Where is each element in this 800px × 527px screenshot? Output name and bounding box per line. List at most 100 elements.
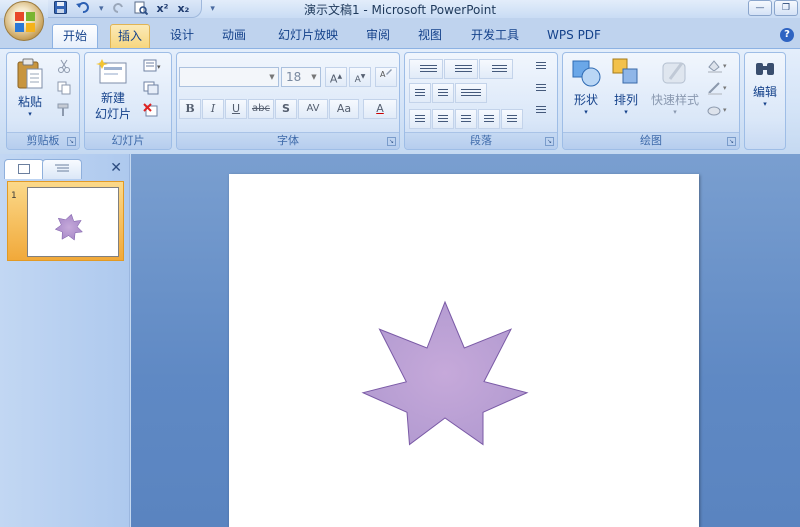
grow-font-button[interactable]: A▲ xyxy=(325,67,347,87)
title-bar: ▾ x² x₂ ▾ 演示文稿1 - Microsoft PowerPoint —… xyxy=(0,0,800,18)
tab-developer[interactable]: 开发工具 xyxy=(462,24,528,48)
line-spacing-icon[interactable] xyxy=(479,59,513,79)
group-slides-label: 幻灯片 xyxy=(85,132,171,149)
text-shadow-button[interactable]: S xyxy=(275,99,297,119)
svg-text:▾: ▾ xyxy=(723,62,727,70)
pane-tabs: ✕ xyxy=(4,157,126,179)
group-drawing-label: 绘图 xyxy=(563,132,739,149)
shapes-label: 形状 xyxy=(573,93,598,107)
numbering-icon[interactable] xyxy=(444,59,478,79)
shapes-icon xyxy=(572,60,601,87)
strikethrough-button[interactable]: abc xyxy=(248,99,274,119)
paste-button[interactable]: 粘贴 ▾ xyxy=(13,57,47,118)
office-button[interactable] xyxy=(4,1,44,41)
tab-insert[interactable]: 插入 xyxy=(110,24,150,48)
cut-icon[interactable] xyxy=(57,59,71,76)
slides-tab-icon xyxy=(18,164,30,174)
reset-icon[interactable] xyxy=(143,81,159,98)
arrange-label: 排列 xyxy=(613,93,638,107)
group-slides: 新建 幻灯片 ▾ 幻灯片 xyxy=(84,52,172,150)
paragraph-row-3 xyxy=(409,109,524,129)
slide-thumbnail[interactable] xyxy=(27,187,119,257)
font-name-dropdown-icon[interactable]: ▼ xyxy=(266,68,278,86)
tab-home[interactable]: 开始 xyxy=(52,24,98,48)
help-icon[interactable]: ? xyxy=(780,28,794,42)
tab-design[interactable]: 设计 xyxy=(162,24,202,48)
quick-styles-dropdown-icon: ▾ xyxy=(673,108,677,116)
group-font-label: 字体 xyxy=(177,132,399,149)
font-size-combobox[interactable]: 18 ▼ xyxy=(281,67,321,87)
shapes-button[interactable]: 形状 ▾ xyxy=(569,57,603,116)
office-logo-icon xyxy=(15,12,35,32)
restore-icon[interactable]: ❐ xyxy=(774,0,798,16)
shape-effects-icon[interactable]: ▾ xyxy=(707,103,731,120)
distributed-icon[interactable] xyxy=(501,109,523,129)
font-size-value: 18 xyxy=(286,70,302,84)
font-launcher-icon[interactable]: ↘ xyxy=(387,137,396,146)
underline-button[interactable]: U xyxy=(225,99,247,119)
paragraph-launcher-icon[interactable]: ↘ xyxy=(545,137,554,146)
tab-slides-view[interactable] xyxy=(4,159,44,179)
tab-wps-pdf[interactable]: WPS PDF xyxy=(540,24,608,48)
copy-icon[interactable] xyxy=(57,81,71,98)
align-right-icon[interactable] xyxy=(455,109,477,129)
bold-button[interactable]: B xyxy=(179,99,201,119)
decrease-indent-icon[interactable] xyxy=(409,83,431,103)
minimize-icon[interactable]: — xyxy=(748,0,772,16)
group-drawing: 形状 ▾ 排列 ▾ 快速样式 ▾ ▾ ▾ ▾ 绘图 ↘ xyxy=(562,52,740,150)
paragraph-row-2 xyxy=(409,83,488,103)
align-text-icon[interactable] xyxy=(531,79,551,97)
align-left-icon[interactable] xyxy=(409,109,431,129)
shape-fill-icon[interactable]: ▾ xyxy=(707,59,731,76)
arrange-button[interactable]: 排列 ▾ xyxy=(609,57,643,116)
italic-button[interactable]: I xyxy=(202,99,224,119)
tab-animations[interactable]: 动画 xyxy=(214,24,254,48)
arrange-icon xyxy=(612,58,638,84)
align-center-icon[interactable] xyxy=(432,109,454,129)
bullets-icon[interactable] xyxy=(409,59,443,79)
binoculars-icon xyxy=(756,63,774,75)
slide-number: 1 xyxy=(11,191,17,201)
tab-slideshow[interactable]: 幻灯片放映 xyxy=(270,24,346,48)
character-spacing-button[interactable]: AV xyxy=(298,99,328,119)
close-pane-icon[interactable]: ✕ xyxy=(110,161,122,175)
arrange-dropdown-icon: ▾ xyxy=(624,108,628,116)
new-slide-label-line1: 新建 xyxy=(100,91,125,105)
font-name-combobox[interactable]: ▼ xyxy=(179,67,279,87)
layout-icon[interactable]: ▾ xyxy=(143,59,163,76)
delete-slide-icon[interactable] xyxy=(143,103,159,120)
smartart-convert-icon[interactable] xyxy=(531,101,551,119)
slide-canvas[interactable] xyxy=(229,174,699,527)
ribbon-tabs: 开始 插入 设计 动画 幻灯片放映 审阅 视图 开发工具 WPS PDF ? xyxy=(0,18,800,48)
group-font: ▼ 18 ▼ A▲ A▼ A B I U abc S AV Aa A 字体 ↘ xyxy=(176,52,400,150)
change-case-button[interactable]: Aa xyxy=(329,99,359,119)
editing-label: 编辑 xyxy=(752,85,777,99)
justify-icon[interactable] xyxy=(478,109,500,129)
text-direction-icon[interactable] xyxy=(531,57,551,75)
quick-styles-label: 快速样式 xyxy=(650,93,699,107)
shape-outline-icon[interactable]: ▾ xyxy=(707,81,731,98)
shrink-font-button[interactable]: A▼ xyxy=(349,67,371,87)
font-size-dropdown-icon[interactable]: ▼ xyxy=(308,68,320,86)
clipboard-launcher-icon[interactable]: ↘ xyxy=(67,137,76,146)
editing-button[interactable]: 编辑 ▾ xyxy=(747,57,783,108)
tab-review[interactable]: 审阅 xyxy=(358,24,398,48)
new-slide-label-line2: 幻灯片 xyxy=(94,107,131,121)
paste-dropdown-icon: ▾ xyxy=(28,110,32,118)
increase-indent-icon[interactable] xyxy=(432,83,454,103)
group-clipboard: 粘贴 ▾ 剪贴板 ↘ xyxy=(6,52,80,150)
clear-format-icon[interactable]: A xyxy=(375,67,397,87)
thumbnail-star-shape xyxy=(54,213,84,241)
quick-styles-button[interactable]: 快速样式 ▾ xyxy=(649,57,701,116)
shapes-dropdown-icon: ▾ xyxy=(584,108,588,116)
tab-outline-view[interactable] xyxy=(42,159,82,179)
new-slide-button[interactable]: 新建 幻灯片 xyxy=(87,57,139,122)
group-paragraph-label: 段落 xyxy=(405,132,557,149)
tab-view[interactable]: 视图 xyxy=(410,24,450,48)
format-painter-icon[interactable] xyxy=(57,103,71,120)
star-shape[interactable] xyxy=(229,174,699,527)
font-color-button[interactable]: A xyxy=(363,99,397,119)
window-controls: — ❐ xyxy=(748,0,798,16)
drawing-launcher-icon[interactable]: ↘ xyxy=(727,137,736,146)
columns-icon[interactable] xyxy=(455,83,487,103)
